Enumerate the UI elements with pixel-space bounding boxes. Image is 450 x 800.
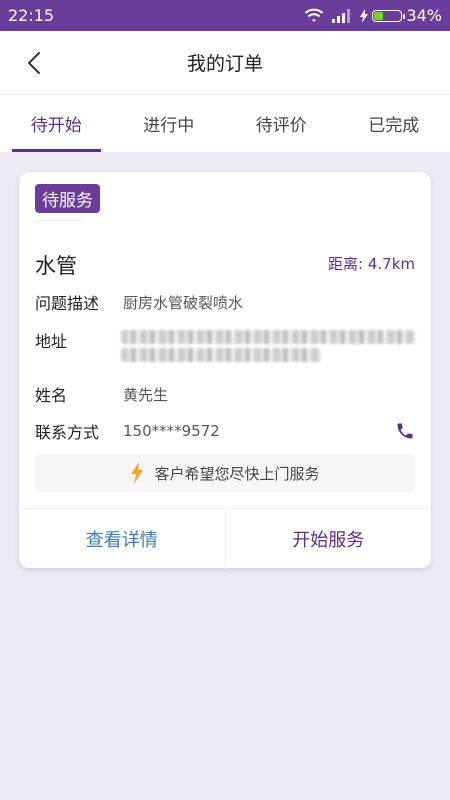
contact-label: 联系方式: [35, 423, 100, 442]
tab-in-progress[interactable]: 进行中: [113, 95, 226, 152]
desc-label: 问题描述: [35, 294, 100, 313]
address-value-blurred: [121, 330, 415, 344]
signal-icon: [332, 8, 351, 23]
desc-value: 厨房水管破裂喷水: [123, 293, 244, 312]
contact-value: 150****9572: [123, 422, 220, 440]
phone-icon[interactable]: [395, 421, 415, 445]
lightning-icon: [131, 462, 144, 484]
view-details-button[interactable]: 查看详情: [19, 509, 226, 569]
app-header: 我的订单: [0, 31, 450, 94]
name-value: 黄先生: [123, 385, 169, 404]
tab-to-review[interactable]: 待评价: [225, 95, 338, 152]
notice-text: 客户希望您尽快上门服务: [154, 464, 320, 483]
address-value-blurred: [121, 348, 321, 362]
status-icons: 34%: [304, 6, 442, 25]
battery-indicator: 34%: [360, 6, 442, 25]
battery-percent: 34%: [406, 6, 442, 25]
battery-icon: [372, 9, 406, 22]
distance-label: 距离: 4.7km: [328, 255, 415, 273]
contact-row: 联系方式 150****9572: [35, 419, 220, 443]
status-badge: 待服务: [35, 184, 100, 213]
urgent-notice: 客户希望您尽快上门服务: [35, 454, 415, 492]
wifi-icon: [305, 8, 324, 22]
desc-row: 问题描述 厨房水管破裂喷水: [35, 290, 243, 314]
start-service-button[interactable]: 开始服务: [226, 509, 432, 569]
service-type: 水管: [35, 254, 77, 278]
chevron-left-icon: [28, 52, 40, 74]
charging-icon: [360, 8, 369, 23]
tab-completed[interactable]: 已完成: [338, 95, 450, 152]
tab-pending[interactable]: 待开始: [0, 95, 113, 152]
status-bar: 22:15 34%: [0, 0, 450, 31]
name-row: 姓名 黄先生: [35, 382, 168, 406]
back-button[interactable]: [14, 43, 54, 83]
status-time: 22:15: [8, 6, 55, 25]
address-row: 地址: [35, 328, 123, 352]
divider: [35, 220, 85, 221]
address-label: 地址: [35, 332, 68, 351]
name-label: 姓名: [35, 386, 68, 405]
order-tabs: 待开始 进行中 待评价 已完成: [0, 94, 450, 152]
order-card: 待服务 水管 距离: 4.7km 问题描述 厨房水管破裂喷水 地址 姓名 黄先生…: [19, 172, 431, 569]
page-title: 我的订单: [186, 53, 263, 75]
card-actions: 查看详情 开始服务: [19, 508, 431, 569]
